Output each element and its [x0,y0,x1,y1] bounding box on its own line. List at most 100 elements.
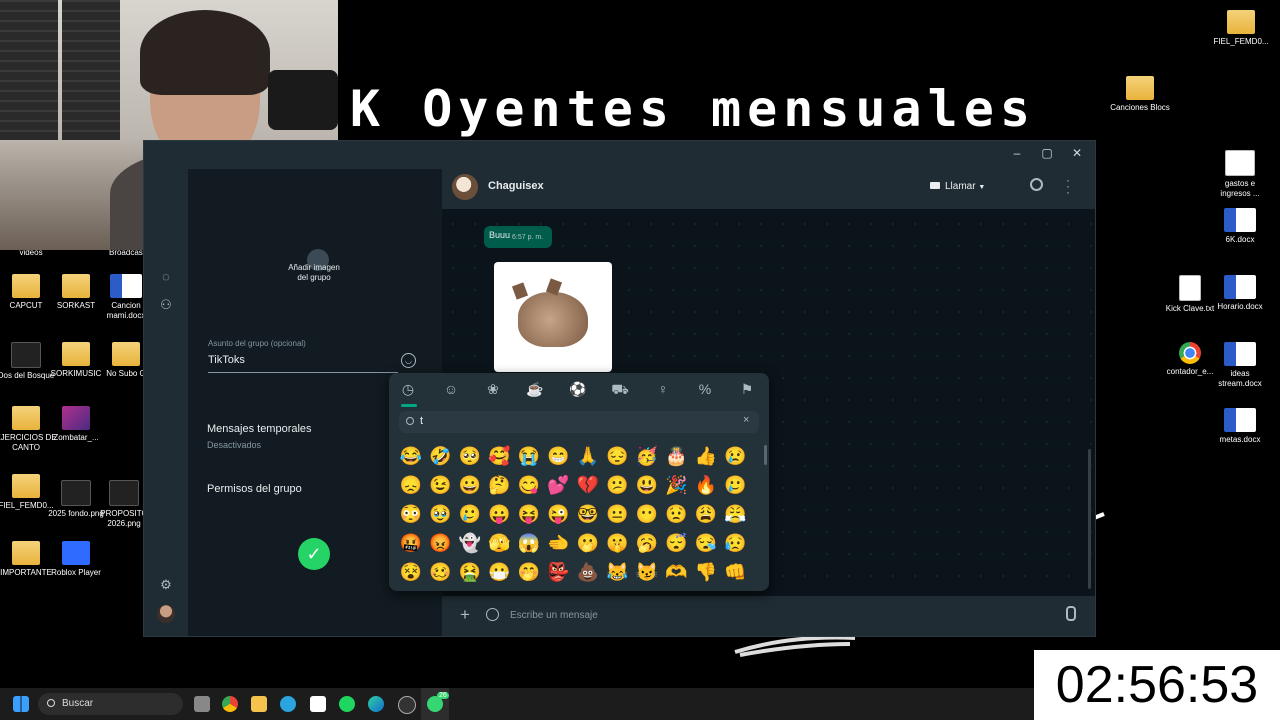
confirm-button[interactable]: ✓ [298,538,330,570]
communities-icon[interactable]: ⚇ [158,297,174,313]
windows-start-icon[interactable] [13,696,29,712]
emoji-item[interactable]: 🥺 [457,443,483,469]
add-group-image-button[interactable]: Añadir imagen del grupo [284,263,344,283]
more-options-icon[interactable]: · · · [1066,174,1070,198]
emoji-item[interactable]: 😵 [398,559,424,585]
recent-icon[interactable]: ◷ [397,381,419,401]
close-button[interactable]: ✕ [1062,146,1092,160]
emoji-item[interactable]: 😝 [516,501,542,527]
desktop-icon-roblox[interactable]: Roblox Player [45,541,107,578]
desktop-icon-zombatar[interactable]: Zombatar_... [45,406,107,443]
emoji-item[interactable]: 😁 [546,443,572,469]
sticker-cat[interactable] [494,262,612,372]
emoji-item[interactable]: 🤔 [487,472,513,498]
temp-messages-label[interactable]: Mensajes temporales [207,423,312,435]
message-input[interactable]: Escribe un mensaje [510,610,598,621]
emoji-item[interactable]: 🤭 [516,559,542,585]
emoji-item[interactable]: 😥 [723,530,749,556]
emoji-item[interactable]: 👎 [693,559,719,585]
contact-avatar[interactable] [452,174,478,200]
emoji-item[interactable]: 🔥 [693,472,719,498]
emoji-item[interactable]: 😳 [398,501,424,527]
emoji-item[interactable]: 👻 [457,530,483,556]
emoji-item[interactable]: 🥲 [723,472,749,498]
emoji-button[interactable]: ◡ [401,353,416,368]
emoji-item[interactable]: 🤣 [428,443,454,469]
emoji-item[interactable]: 💩 [575,559,601,585]
file-explorer-icon[interactable] [251,696,267,712]
emoji-item[interactable]: 😷 [487,559,513,585]
desktop-icon-6k[interactable]: 6K.docx [1209,208,1271,245]
capcut-icon[interactable] [310,696,326,712]
emoji-item[interactable]: 😩 [693,501,719,527]
obs-icon[interactable] [398,696,416,714]
emoji-item[interactable]: 😛 [487,501,513,527]
emoji-item[interactable]: 👍 [693,443,719,469]
desktop-icon-canciones-blocs[interactable]: Canciones Blocs [1109,76,1171,113]
emoji-item[interactable]: 😢 [723,443,749,469]
emoji-item[interactable]: 😀 [457,472,483,498]
emoji-item[interactable]: 💔 [575,472,601,498]
desktop-icon-metas[interactable]: metas.docx [1209,408,1271,445]
minimize-button[interactable]: – [1002,146,1032,160]
emoji-search-bar[interactable]: t × [399,411,759,433]
smiley-icon[interactable]: ☺ [440,381,462,401]
emoji-item[interactable]: 🤓 [575,501,601,527]
call-button[interactable]: Llamar ▼ [930,177,1002,197]
emoji-item[interactable]: 😉 [428,472,454,498]
emoji-item[interactable]: 😶 [634,501,660,527]
emoji-item[interactable]: 😼 [634,559,660,585]
emoji-item[interactable]: 🥰 [487,443,513,469]
emoji-item[interactable]: 🥴 [428,559,454,585]
message-bubble[interactable]: Buuu 6:57 p. m. [484,226,552,248]
flags-icon[interactable]: ⚑ [736,381,758,401]
emoji-item[interactable]: 🤫 [605,530,631,556]
food-icon[interactable]: ☕ [524,381,546,401]
clear-search-icon[interactable]: × [743,414,749,426]
scrollbar[interactable] [1088,449,1091,589]
spotify-icon[interactable] [339,696,355,712]
emoji-item[interactable]: 😕 [605,472,631,498]
emoji-item[interactable]: 😂 [398,443,424,469]
emoji-item[interactable]: 🤮 [457,559,483,585]
emoji-scrollbar[interactable] [764,445,767,465]
attach-plus-icon[interactable]: + [460,605,470,625]
animals-icon[interactable]: ❀ [482,381,504,401]
emoji-item[interactable]: 😟 [664,501,690,527]
maximize-button[interactable]: ▢ [1032,146,1062,160]
desktop-icon-horario[interactable]: Horario.docx [1209,275,1271,312]
desktop-icon-fiel-femd-right[interactable]: FIEL_FEMD0... [1210,10,1272,47]
symbols-icon[interactable]: % [694,381,716,401]
emoji-item[interactable]: 🙏 [575,443,601,469]
emoji-item[interactable]: 😴 [664,530,690,556]
emoji-item[interactable]: 😭 [516,443,542,469]
travel-icon[interactable]: ⛟ [609,381,631,401]
emoji-item[interactable]: 🫲 [546,530,572,556]
contact-name[interactable]: Chaguisex [488,180,544,192]
desktop-icon-gastos[interactable]: gastos e ingresos ... [1209,150,1271,199]
channels-icon[interactable]: ◌ [158,269,174,285]
emoji-item[interactable]: 👺 [546,559,572,585]
emoji-item[interactable]: 😱 [516,530,542,556]
emoji-item[interactable]: 🥳 [634,443,660,469]
telegram-icon[interactable] [280,696,296,712]
emoji-item[interactable]: 😞 [398,472,424,498]
microphone-icon[interactable] [1066,606,1076,621]
emoji-item[interactable]: 😹 [605,559,631,585]
objects-icon[interactable]: ♀ [652,381,674,401]
emoji-item[interactable]: 😔 [605,443,631,469]
emoji-item[interactable]: 😐 [605,501,631,527]
group-permissions-label[interactable]: Permisos del grupo [207,483,302,495]
sticker-emoji-icon[interactable] [486,608,499,621]
emoji-item[interactable]: 🎂 [664,443,690,469]
emoji-item[interactable]: 🫢 [575,530,601,556]
emoji-item[interactable]: 🤬 [398,530,424,556]
emoji-item[interactable]: 😃 [634,472,660,498]
taskbar-search[interactable]: Buscar [38,693,183,715]
emoji-item[interactable]: 😜 [546,501,572,527]
emoji-item[interactable]: 🫣 [487,530,513,556]
group-subject-input[interactable]: TikToks [208,354,398,373]
desktop-icon-ideas-stream[interactable]: ideas stream.docx [1209,342,1271,389]
settings-icon[interactable]: ⚙ [158,577,174,593]
emoji-item[interactable]: 🎉 [664,472,690,498]
